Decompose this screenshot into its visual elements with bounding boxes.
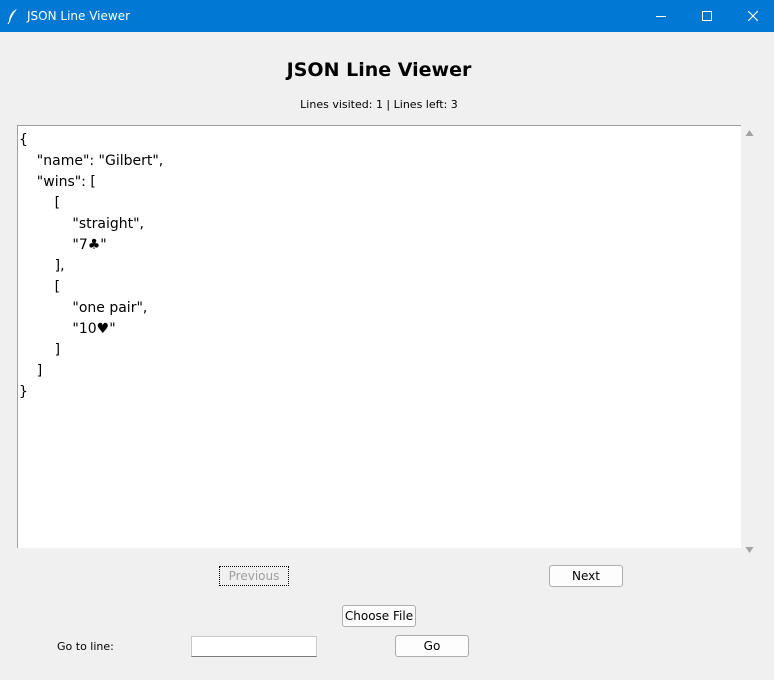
code-line: "7♣" — [19, 237, 107, 253]
code-line: [ — [19, 279, 61, 295]
maximize-icon — [702, 11, 712, 21]
goto-line-input[interactable] — [191, 636, 317, 657]
scroll-up-arrow-icon[interactable] — [745, 129, 754, 137]
page-title: JSON Line Viewer — [286, 59, 472, 81]
window-title: JSON Line Viewer — [27, 9, 131, 23]
feather-icon — [7, 9, 17, 24]
scroll-down-arrow-icon[interactable] — [745, 546, 754, 554]
go-button[interactable]: Go — [395, 635, 469, 657]
code-line: { — [19, 132, 28, 148]
code-line: "wins": [ — [19, 174, 96, 190]
app-window: JSON Line Viewer JSON Line Viewer Lines … — [0, 0, 774, 680]
code-line: "name": "Gilbert", — [19, 153, 164, 169]
close-icon — [748, 11, 758, 21]
code-line: ] — [19, 363, 43, 379]
minimize-button[interactable] — [638, 0, 684, 32]
code-line: ], — [19, 258, 65, 274]
choose-file-button[interactable]: Choose File — [342, 605, 416, 627]
minimize-icon — [656, 16, 666, 17]
code-line: "straight", — [19, 216, 144, 232]
title-bar[interactable]: JSON Line Viewer — [0, 0, 774, 32]
close-button[interactable] — [730, 0, 774, 32]
next-button[interactable]: Next — [549, 565, 623, 587]
lines-status: Lines visited: 1 | Lines left: 3 — [300, 98, 458, 111]
maximize-button[interactable] — [684, 0, 730, 32]
goto-line-label: Go to line: — [57, 640, 114, 653]
code-line: "10♥" — [19, 321, 116, 337]
previous-button[interactable]: Previous — [219, 566, 289, 586]
code-line: [ — [19, 195, 61, 211]
code-line: } — [19, 384, 28, 400]
vertical-scrollbar[interactable] — [741, 125, 758, 557]
json-text-area[interactable]: { "name": "Gilbert", "wins": [ [ "straig… — [17, 125, 741, 548]
code-line: ] — [19, 342, 61, 358]
code-line: "one pair", — [19, 300, 148, 316]
